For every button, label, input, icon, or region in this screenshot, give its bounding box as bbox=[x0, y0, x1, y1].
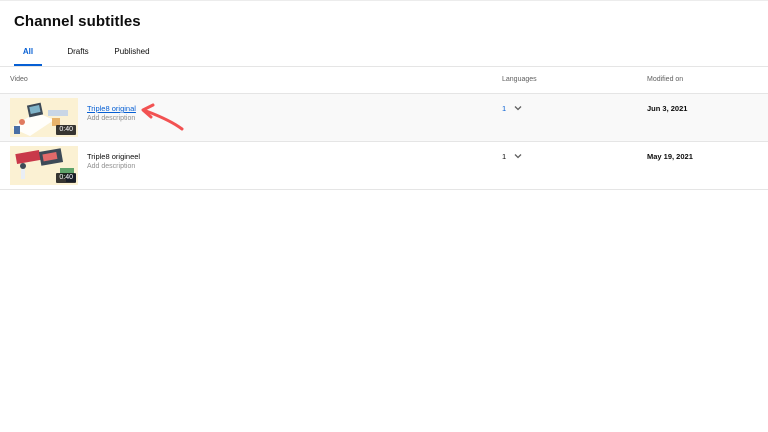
language-count[interactable]: 1 bbox=[502, 104, 506, 113]
column-header-modified: Modified on bbox=[647, 76, 684, 83]
top-border bbox=[0, 0, 768, 1]
duration-badge: 0:40 bbox=[56, 125, 76, 135]
red-arrow-annotation bbox=[141, 103, 184, 131]
chevron-down-icon[interactable] bbox=[512, 150, 524, 162]
table-row[interactable]: 0:40 Triple8 original Add description 1 … bbox=[0, 94, 768, 142]
video-thumbnail[interactable]: 0:40 bbox=[10, 98, 78, 137]
tab-bar: All Drafts Published bbox=[0, 40, 768, 66]
modified-date: May 19, 2021 bbox=[647, 152, 693, 161]
page-title: Channel subtitles bbox=[14, 13, 141, 30]
add-description[interactable]: Add description bbox=[87, 163, 135, 170]
column-header-video: Video bbox=[10, 76, 28, 83]
video-title[interactable]: Triple8 origineel bbox=[87, 152, 140, 161]
column-header-languages: Languages bbox=[502, 76, 537, 83]
divider bbox=[0, 66, 768, 67]
video-title-link[interactable]: Triple8 original bbox=[87, 104, 136, 113]
table-row[interactable]: 0:40 Triple8 origineel Add description 1… bbox=[0, 142, 768, 190]
duration-badge: 0:40 bbox=[56, 173, 76, 183]
tab-published[interactable]: Published bbox=[112, 40, 152, 66]
language-count[interactable]: 1 bbox=[502, 152, 506, 161]
tab-drafts[interactable]: Drafts bbox=[64, 40, 92, 66]
tab-all[interactable]: All bbox=[14, 40, 42, 66]
chevron-down-icon[interactable] bbox=[512, 102, 524, 114]
add-description[interactable]: Add description bbox=[87, 115, 135, 122]
video-thumbnail[interactable]: 0:40 bbox=[10, 146, 78, 185]
modified-date: Jun 3, 2021 bbox=[647, 104, 688, 113]
